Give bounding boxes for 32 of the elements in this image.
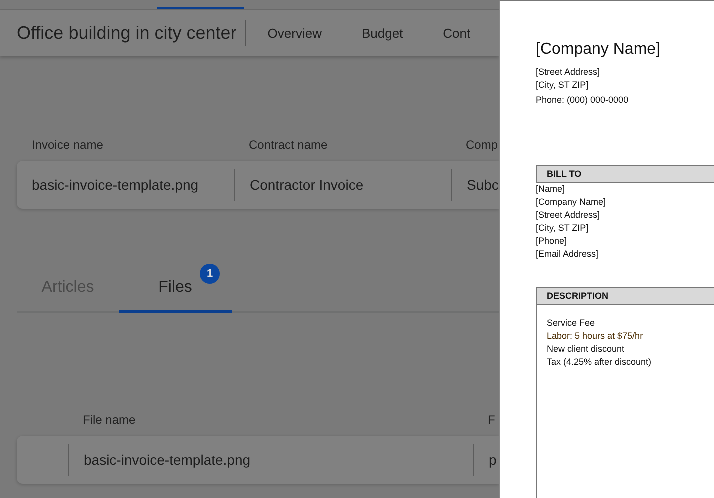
bill-to-line: [City, ST ZIP]: [536, 222, 590, 235]
nav-link[interactable]: Cont: [443, 26, 471, 40]
column-header: Invoice name: [31, 138, 104, 152]
address-line: Phone: (000) 000-0000: [536, 94, 630, 107]
tab[interactable]: Files 1: [119, 265, 232, 313]
column-header: Comp: [465, 138, 499, 152]
description-line: Service Fee: [547, 317, 596, 330]
table-cell-text: basic-invoice-template.png: [31, 176, 200, 195]
table-cell: basic-invoice-template.png: [68, 444, 473, 476]
file-row[interactable]: basic-invoice-template.png p: [17, 436, 499, 484]
bill-to-line: [Company Name]: [536, 196, 608, 209]
invoice-row[interactable]: basic-invoice-template.png Contractor Invoice Subc: [17, 161, 499, 209]
section-heading: DESCRIPTION: [536, 287, 714, 305]
address-line: [Street Address]: [536, 66, 602, 79]
bill-to-line: [Email Address]: [536, 248, 600, 261]
bill-to-line: [Street Address]: [536, 209, 602, 222]
company-name: [Company Name]: [536, 41, 662, 59]
description-line: Tax (4.25% after discount): [547, 356, 653, 369]
bill-to-line: [Name]: [536, 183, 566, 196]
description-line: Labor: 5 hours at $75/hr: [547, 330, 644, 343]
section-heading: BILL TO: [536, 165, 714, 183]
count-badge: 1: [200, 264, 220, 284]
nav-link[interactable]: Overview: [268, 26, 322, 40]
column-header: Contract name: [248, 138, 329, 152]
column-header: F: [487, 412, 496, 426]
project-title: Office building in city center: [17, 22, 237, 44]
table-cell: Contractor Invoice: [234, 169, 451, 201]
bill-to-line: [Phone]: [536, 235, 568, 248]
address-line: [City, ST ZIP]: [536, 79, 590, 92]
nav-link[interactable]: Budget: [362, 26, 404, 40]
column-header: File name: [82, 412, 137, 426]
description-line: New client discount: [547, 343, 626, 356]
